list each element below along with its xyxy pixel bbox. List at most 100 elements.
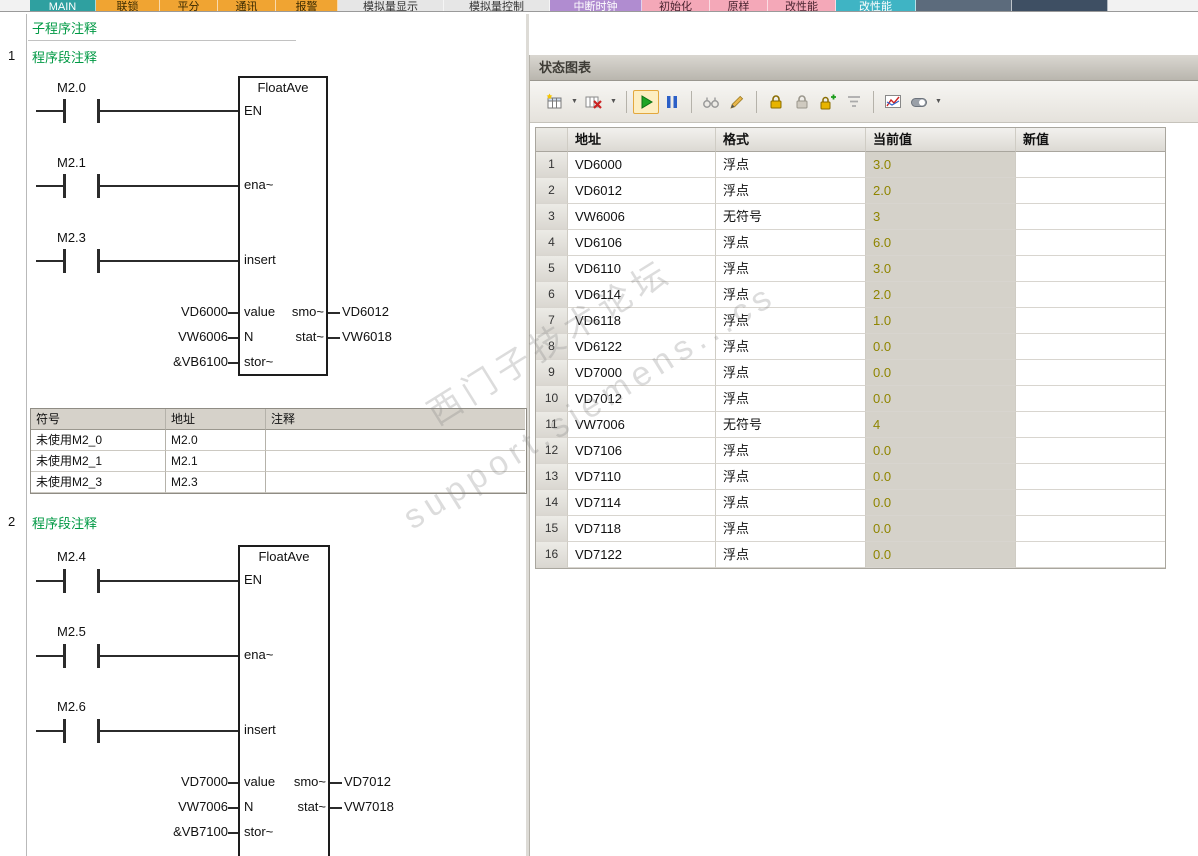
format-cell[interactable]: 浮点: [716, 464, 866, 490]
top-tab[interactable]: 模拟量显示: [338, 0, 444, 11]
address-cell[interactable]: VD7012: [568, 386, 716, 412]
current-value-cell[interactable]: 3.0: [866, 256, 1016, 282]
new-value-cell[interactable]: [1016, 412, 1165, 438]
format-cell[interactable]: 浮点: [716, 178, 866, 204]
current-value-cell[interactable]: 0.0: [866, 438, 1016, 464]
operand-label[interactable]: VD7012: [344, 774, 391, 789]
format-cell[interactable]: 浮点: [716, 152, 866, 178]
top-tab[interactable]: 通讯: [218, 0, 276, 11]
operand-label[interactable]: &VB7100: [130, 824, 228, 839]
operand-label[interactable]: VD6000: [138, 304, 228, 319]
new-value-cell[interactable]: [1016, 204, 1165, 230]
format-cell[interactable]: 浮点: [716, 386, 866, 412]
address-cell[interactable]: VD6114: [568, 282, 716, 308]
top-tab[interactable]: MAIN: [30, 0, 96, 11]
row-number[interactable]: 8: [536, 334, 568, 360]
address-cell[interactable]: VD6106: [568, 230, 716, 256]
top-tab[interactable]: [1012, 0, 1108, 11]
new-value-cell[interactable]: [1016, 334, 1165, 360]
row-number[interactable]: 2: [536, 178, 568, 204]
address-cell[interactable]: VD7118: [568, 516, 716, 542]
current-value-cell[interactable]: 0.0: [866, 334, 1016, 360]
panel-title-bar[interactable]: 状态图表: [530, 55, 1198, 81]
row-number[interactable]: 11: [536, 412, 568, 438]
write-all-button[interactable]: [724, 90, 750, 114]
format-cell[interactable]: 浮点: [716, 360, 866, 386]
new-value-cell[interactable]: [1016, 542, 1165, 568]
pause-monitor-button[interactable]: [659, 90, 685, 114]
format-cell[interactable]: 浮点: [716, 438, 866, 464]
top-tab[interactable]: 中断时钟: [550, 0, 642, 11]
top-tab[interactable]: 改性能: [768, 0, 836, 11]
no-contact-icon[interactable]: [63, 719, 66, 743]
new-value-cell[interactable]: [1016, 152, 1165, 178]
new-value-cell[interactable]: [1016, 256, 1165, 282]
current-value-cell[interactable]: 0.0: [866, 360, 1016, 386]
top-tab[interactable]: 原样: [710, 0, 768, 11]
address-cell[interactable]: VD6000: [568, 152, 716, 178]
address-cell[interactable]: VD6122: [568, 334, 716, 360]
top-tab[interactable]: 报警: [276, 0, 338, 11]
address-cell[interactable]: VD7110: [568, 464, 716, 490]
row-number[interactable]: 7: [536, 308, 568, 334]
new-value-cell[interactable]: [1016, 282, 1165, 308]
trend-view-button[interactable]: [880, 90, 906, 114]
top-tab[interactable]: 联锁: [96, 0, 160, 11]
format-cell[interactable]: 浮点: [716, 516, 866, 542]
read-all-button[interactable]: [698, 90, 724, 114]
new-value-cell[interactable]: [1016, 386, 1165, 412]
operand-label[interactable]: &VB6100: [130, 354, 228, 369]
operand-label[interactable]: VW6018: [342, 329, 392, 344]
current-value-cell[interactable]: 0.0: [866, 464, 1016, 490]
address-cell[interactable]: VD7106: [568, 438, 716, 464]
row-number[interactable]: 1: [536, 152, 568, 178]
current-value-cell[interactable]: 3: [866, 204, 1016, 230]
contact-operand[interactable]: M2.6: [57, 699, 86, 714]
current-value-cell[interactable]: 0.0: [866, 516, 1016, 542]
new-value-cell[interactable]: [1016, 178, 1165, 204]
address-cell[interactable]: VD7122: [568, 542, 716, 568]
new-table-dropdown[interactable]: ▼: [568, 90, 581, 114]
current-value-cell[interactable]: 4: [866, 412, 1016, 438]
no-contact-icon[interactable]: [63, 569, 66, 593]
format-cell[interactable]: 浮点: [716, 308, 866, 334]
row-number[interactable]: 6: [536, 282, 568, 308]
current-value-cell[interactable]: 1.0: [866, 308, 1016, 334]
format-cell[interactable]: 浮点: [716, 256, 866, 282]
new-value-cell[interactable]: [1016, 308, 1165, 334]
current-value-cell[interactable]: 0.0: [866, 542, 1016, 568]
no-contact-icon[interactable]: [63, 249, 66, 273]
top-tab[interactable]: 平分: [160, 0, 218, 11]
contact-operand[interactable]: M2.0: [57, 80, 86, 95]
row-number[interactable]: 10: [536, 386, 568, 412]
subroutine-comment[interactable]: 子程序注释: [32, 18, 97, 37]
top-tab[interactable]: 模拟量控制: [444, 0, 550, 11]
read-force-button[interactable]: [841, 90, 867, 114]
address-cell[interactable]: VD7000: [568, 360, 716, 386]
format-cell[interactable]: 无符号: [716, 204, 866, 230]
format-cell[interactable]: 浮点: [716, 542, 866, 568]
format-cell[interactable]: 无符号: [716, 412, 866, 438]
new-value-cell[interactable]: [1016, 490, 1165, 516]
row-number[interactable]: 5: [536, 256, 568, 282]
new-value-cell[interactable]: [1016, 516, 1165, 542]
display-toggle-button[interactable]: [906, 90, 932, 114]
current-value-cell[interactable]: 0.0: [866, 490, 1016, 516]
operand-label[interactable]: VW7006: [138, 799, 228, 814]
top-tab[interactable]: 初始化: [642, 0, 710, 11]
row-number[interactable]: 12: [536, 438, 568, 464]
operand-label[interactable]: VD6012: [342, 304, 389, 319]
address-cell[interactable]: VD6118: [568, 308, 716, 334]
address-cell[interactable]: VD6012: [568, 178, 716, 204]
contact-operand[interactable]: M2.4: [57, 549, 86, 564]
contact-operand[interactable]: M2.3: [57, 230, 86, 245]
start-monitor-button[interactable]: [633, 89, 659, 114]
force-all-button[interactable]: [815, 90, 841, 114]
row-number[interactable]: 9: [536, 360, 568, 386]
contact-operand[interactable]: M2.1: [57, 155, 86, 170]
operand-label[interactable]: VW7018: [344, 799, 394, 814]
network-comment[interactable]: 程序段注释: [32, 47, 97, 66]
force-button[interactable]: [763, 90, 789, 114]
address-cell[interactable]: VD6110: [568, 256, 716, 282]
format-cell[interactable]: 浮点: [716, 334, 866, 360]
